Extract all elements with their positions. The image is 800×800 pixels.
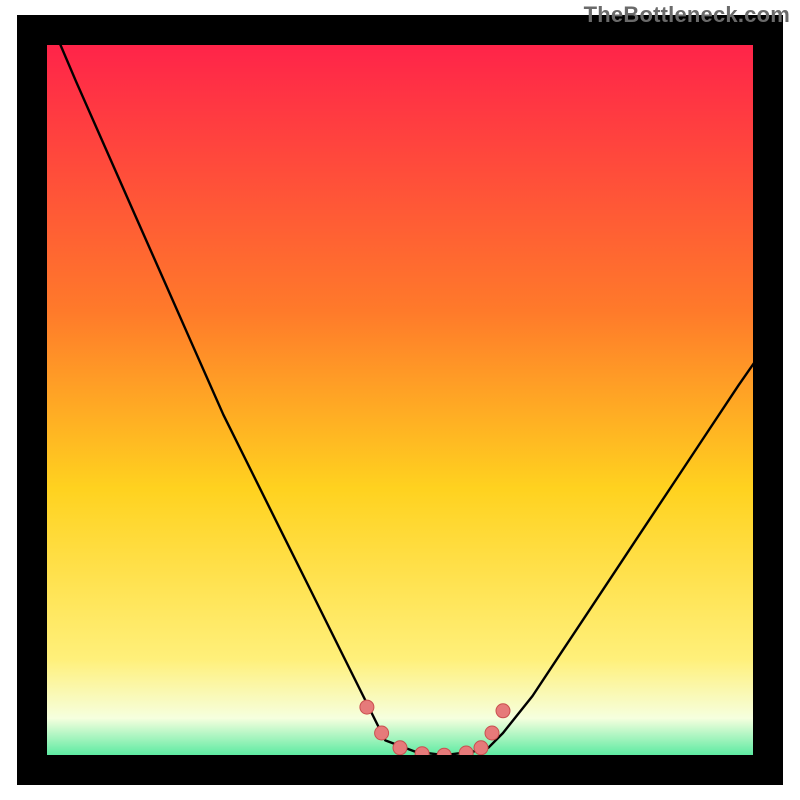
trough-marker — [474, 741, 488, 755]
gradient-background — [32, 30, 768, 770]
trough-marker — [485, 726, 499, 740]
trough-marker — [375, 726, 389, 740]
watermark-text: TheBottleneck.com — [584, 2, 790, 28]
trough-marker — [496, 704, 510, 718]
trough-marker — [360, 700, 374, 714]
plot-border-bottom — [17, 755, 783, 785]
trough-marker — [393, 741, 407, 755]
plot-border-right — [753, 15, 783, 785]
chart-frame: TheBottleneck.com — [0, 0, 800, 800]
plot-border-left — [17, 15, 47, 785]
bottleneck-curve-chart — [0, 0, 800, 800]
